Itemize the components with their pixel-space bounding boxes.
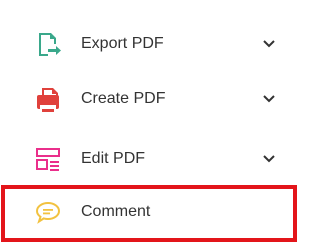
chevron-down-icon[interactable] [262, 39, 276, 49]
tool-comment[interactable]: Comment [0, 187, 301, 237]
edit-pdf-icon [34, 145, 62, 173]
tool-label: Comment [81, 203, 151, 220]
tool-export-pdf[interactable]: Export PDF [0, 19, 301, 69]
chevron-down-icon[interactable] [262, 94, 276, 104]
comment-icon [34, 198, 62, 226]
tool-label: Export PDF [81, 35, 164, 52]
chevron-down-icon[interactable] [262, 154, 276, 164]
tool-label: Create PDF [81, 90, 166, 107]
tool-edit-pdf[interactable]: Edit PDF [0, 134, 301, 184]
tool-create-pdf[interactable]: Create PDF [0, 74, 301, 124]
tools-panel: Export PDF Create PDF Edit PDF Comment [0, 0, 301, 247]
tool-label: Edit PDF [81, 150, 146, 167]
create-pdf-icon [34, 85, 62, 113]
export-pdf-icon [34, 30, 62, 58]
